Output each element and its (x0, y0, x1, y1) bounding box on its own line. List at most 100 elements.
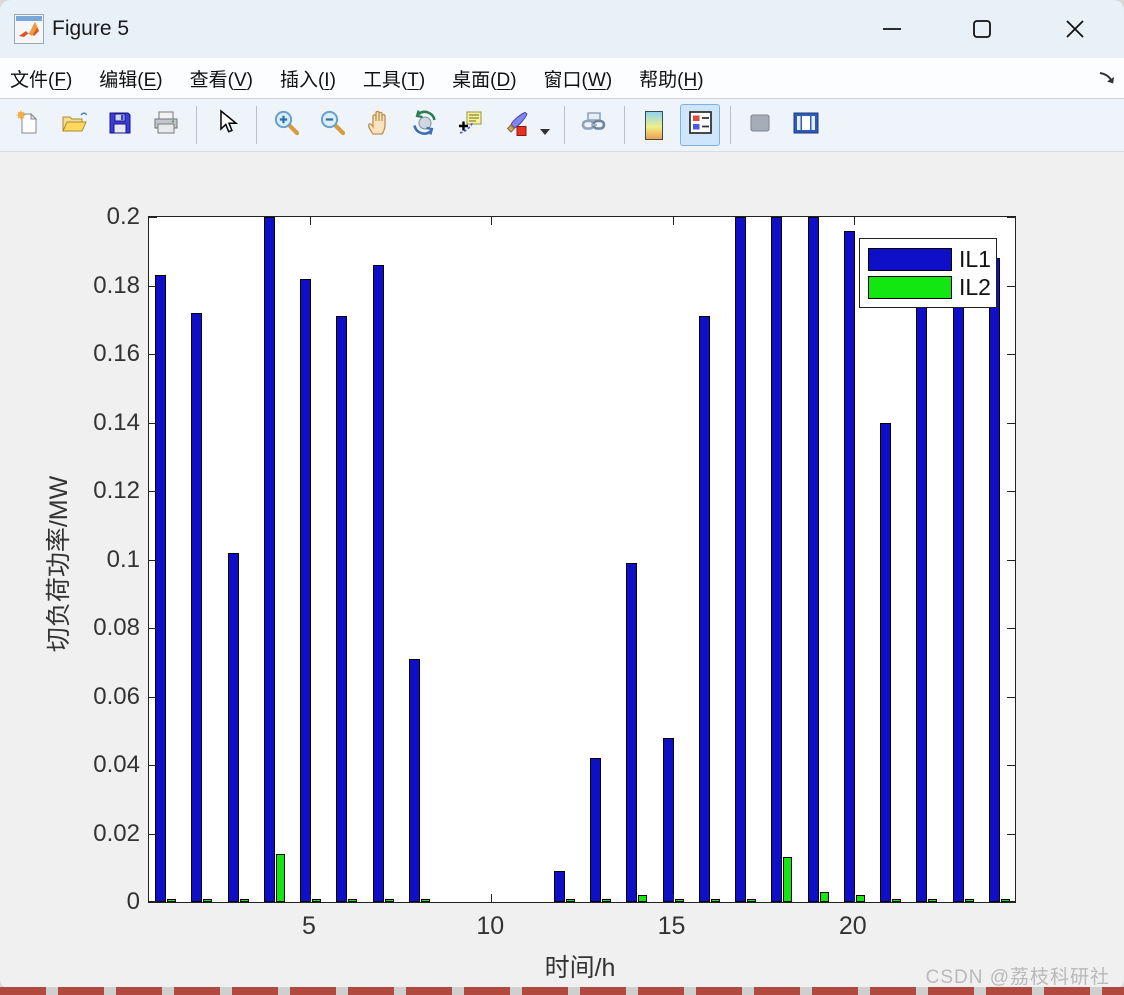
legend-label-il2: IL2 (959, 273, 991, 300)
legend-label-il1: IL1 (959, 245, 991, 272)
bar-il2-h6 (348, 898, 358, 902)
brush-dropdown-caret[interactable] (540, 129, 550, 135)
data-cursor-button[interactable] (450, 104, 490, 146)
plot-area[interactable] (148, 216, 1016, 903)
y-tick (149, 217, 157, 218)
menu-item-v[interactable]: 查看(V) (190, 65, 253, 92)
y-tick-label: 0.14 (93, 408, 140, 436)
bar-il1-h12 (553, 871, 565, 902)
open-file-icon (60, 110, 88, 141)
y-tick (1007, 833, 1015, 835)
save-figure-button[interactable] (100, 104, 140, 146)
rotate-3d-button[interactable] (404, 104, 444, 146)
show-plot-tools-button[interactable] (786, 104, 826, 146)
x-tick (853, 217, 855, 225)
link-plot-button[interactable] (574, 104, 614, 146)
data-cursor-icon (457, 109, 484, 141)
hide-plot-tools-icon (747, 110, 773, 141)
bar-il1-h6 (336, 316, 348, 902)
close-button[interactable] (1053, 8, 1097, 50)
show-plot-tools-icon (792, 110, 820, 141)
bar-il2-h18 (783, 857, 793, 902)
bar-il1-h20 (843, 230, 855, 902)
menu-bar: 文件(F) 编辑(E) 查看(V) 插入(I) 工具(T) 桌面(D) 窗口(W) 帮助(H) (0, 58, 1124, 99)
brush-button[interactable] (496, 104, 536, 146)
legend-swatch-il2 (868, 275, 952, 299)
menu-item-w[interactable]: 窗口(W) (544, 65, 613, 92)
bar-il2-h2 (203, 898, 213, 902)
x-tick (310, 894, 311, 902)
bar-il2-h12 (565, 898, 575, 902)
zoom-out-button[interactable] (312, 104, 352, 146)
edit-plot-pointer-icon (214, 109, 239, 141)
bar-il1-h22 (916, 285, 928, 902)
x-axis-title: 时间/h (544, 954, 616, 982)
matlab-figure-icon (14, 14, 44, 44)
y-tick-label: 0.06 (93, 682, 140, 710)
insert-colorbar-button[interactable] (634, 104, 674, 146)
bar-il2-h16 (710, 898, 720, 902)
maximize-button[interactable] (960, 8, 1004, 50)
bar-il2-h15 (674, 898, 684, 902)
bar-il1-h1 (155, 275, 166, 902)
x-tick (672, 217, 674, 225)
menu-item-i[interactable]: 插入(I) (280, 65, 336, 92)
menu-item-d[interactable]: 桌面(D) (452, 65, 516, 92)
menu-item-t[interactable]: 工具(T) (363, 65, 425, 92)
bar-il2-h13 (602, 898, 611, 902)
title-bar: Figure 5 (0, 0, 1124, 58)
print-figure-icon (152, 110, 180, 141)
zoom-in-icon (273, 109, 300, 141)
bar-il1-h13 (590, 758, 601, 902)
figure-window: Figure 5 文件(F) 编辑(E) 查看(V) 插入(I) 工具(T) 桌面(D) 窗… (0, 0, 1124, 988)
y-tick (149, 833, 157, 835)
y-tick-label: 0.1 (106, 545, 140, 573)
figure-canvas: 切负荷功率/MW 时间/h IL1 IL2 CSDN @荔枝科研社 0 0.02 0.… (0, 152, 1124, 988)
pan-icon (365, 109, 391, 141)
watermark-text: CSDN @荔枝科研社 (925, 967, 1110, 988)
bar-il1-h8 (408, 658, 420, 902)
bar-il2-h14 (638, 895, 648, 902)
x-tick (491, 217, 493, 225)
y-tick (149, 491, 157, 492)
toolbar-separator (564, 106, 565, 144)
toolbar-separator (196, 106, 197, 144)
insert-legend-button[interactable] (680, 104, 720, 146)
y-tick (149, 765, 157, 766)
y-tick (149, 354, 157, 355)
y-tick (1007, 354, 1015, 355)
hide-plot-tools-button[interactable] (740, 104, 780, 146)
menu-item-e[interactable]: 编辑(E) (99, 65, 162, 92)
pan-button[interactable] (358, 104, 398, 146)
y-tick (149, 696, 157, 698)
new-figure-button[interactable] (8, 104, 48, 146)
bar-il1-h5 (300, 278, 311, 902)
edit-plot-pointer-button[interactable] (206, 104, 246, 146)
zoom-in-button[interactable] (266, 104, 306, 146)
bar-il1-h15 (662, 737, 674, 902)
bar-il2-h17 (747, 898, 756, 902)
y-tick (149, 422, 157, 424)
bar-il2-h7 (384, 898, 394, 902)
print-figure-button[interactable] (146, 104, 186, 146)
bar-il1-h4 (263, 217, 275, 902)
menu-item-h[interactable]: 帮助(H) (639, 65, 703, 92)
dock-arrow-icon[interactable] (1096, 68, 1118, 93)
legend-entry-il2: IL2 (868, 273, 996, 301)
legend[interactable]: IL1 IL2 (859, 238, 997, 308)
y-tick (1007, 217, 1015, 218)
bar-il1-h17 (735, 217, 746, 902)
toolbar-separator (730, 106, 731, 144)
bar-il1-h19 (807, 217, 819, 902)
minimize-button[interactable] (870, 8, 914, 50)
y-tick-label: 0.12 (93, 477, 140, 504)
bar-il1-h7 (372, 264, 384, 902)
y-tick-label: 0.16 (93, 340, 140, 367)
rotate-3d-icon (411, 109, 438, 141)
y-tick-label: 0.02 (93, 819, 140, 847)
x-tick (853, 894, 855, 902)
bar-il2-h20 (855, 895, 865, 902)
bar-il1-h18 (771, 217, 783, 902)
menu-item-f[interactable]: 文件(F) (10, 65, 72, 92)
open-file-button[interactable] (54, 104, 94, 146)
